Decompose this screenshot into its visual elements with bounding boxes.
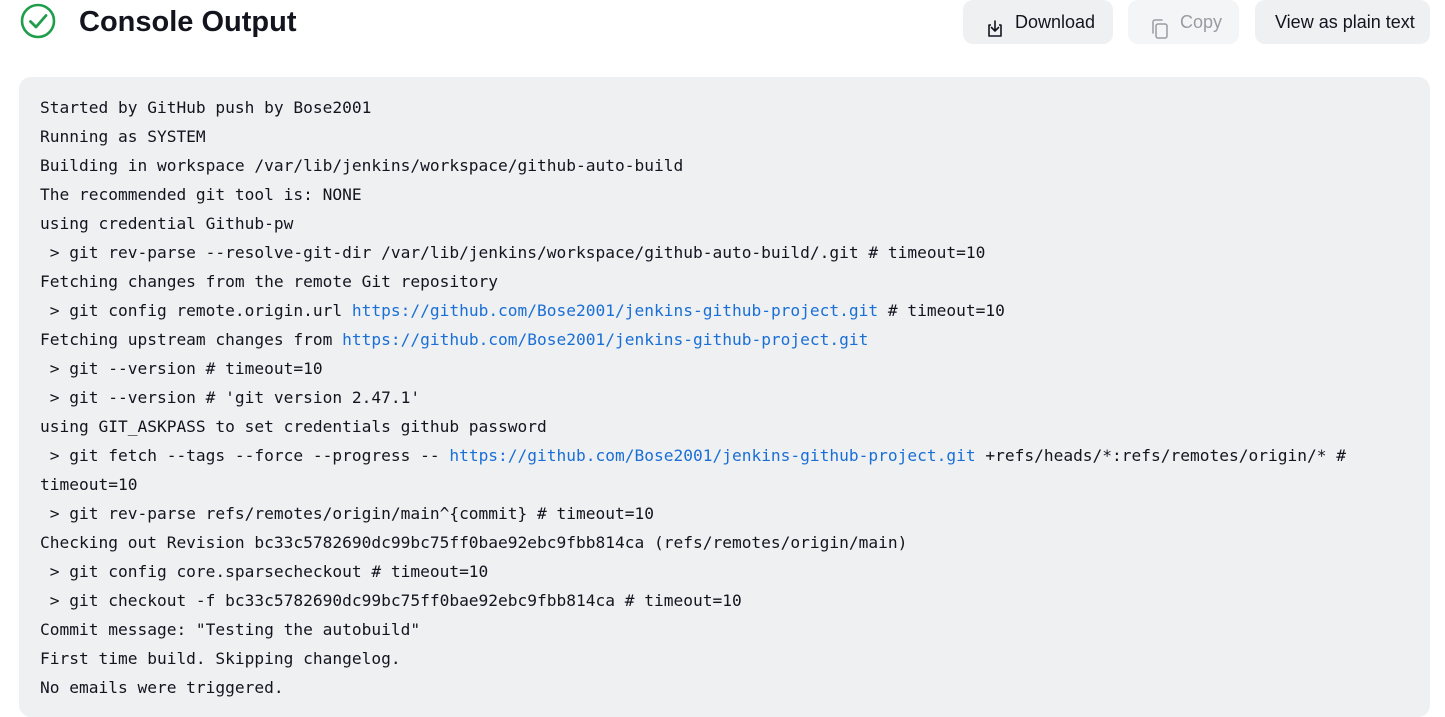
console-text: Fetching upstream changes from	[40, 330, 343, 349]
console-line: using credential Github-pw	[40, 209, 1410, 238]
console-text: The recommended git tool is: NONE	[40, 185, 362, 204]
download-button[interactable]: Download	[963, 0, 1113, 44]
console-text: using credential Github-pw	[40, 214, 294, 233]
console-text: timeout=10	[40, 475, 138, 494]
check-circle-icon	[20, 3, 56, 39]
page-header: Console Output Download Copy View as pla…	[0, 0, 1445, 60]
copy-icon	[1150, 11, 1170, 39]
console-line: No emails were triggered.	[40, 673, 1410, 702]
console-text: > git fetch --tags --force --progress --	[40, 446, 450, 465]
console-text: +refs/heads/*:refs/remotes/origin/* #	[975, 446, 1346, 465]
repo-link[interactable]: https://github.com/Bose2001/jenkins-gith…	[352, 301, 878, 320]
console-line: Running as SYSTEM	[40, 122, 1410, 151]
console-line: > git --version # timeout=10	[40, 354, 1410, 383]
console-line: Checking out Revision bc33c5782690dc99bc…	[40, 528, 1410, 557]
console-line: timeout=10	[40, 470, 1410, 499]
console-line: > git --version # 'git version 2.47.1'	[40, 383, 1410, 412]
console-text: Checking out Revision bc33c5782690dc99bc…	[40, 533, 908, 552]
download-icon	[985, 11, 1005, 37]
console-text: # timeout=10	[878, 301, 1005, 320]
console-text: Fetching changes from the remote Git rep…	[40, 272, 499, 291]
console-line: > git checkout -f bc33c5782690dc99bc75ff…	[40, 586, 1410, 615]
console-line: Building in workspace /var/lib/jenkins/w…	[40, 151, 1410, 180]
page-title: Console Output	[79, 6, 297, 38]
console-text: > git --version # 'git version 2.47.1'	[40, 388, 421, 407]
repo-link[interactable]: https://github.com/Bose2001/jenkins-gith…	[449, 446, 975, 465]
repo-link[interactable]: https://github.com/Bose2001/jenkins-gith…	[342, 330, 868, 349]
console-line: > git config core.sparsecheckout # timeo…	[40, 557, 1410, 586]
console-text: First time build. Skipping changelog.	[40, 649, 401, 668]
console-line: First time build. Skipping changelog.	[40, 644, 1410, 673]
console-text: No emails were triggered.	[40, 678, 284, 697]
console-line: Fetching changes from the remote Git rep…	[40, 267, 1410, 296]
copy-button[interactable]: Copy	[1128, 0, 1239, 44]
console-text: > git --version # timeout=10	[40, 359, 323, 378]
console-line: > git rev-parse --resolve-git-dir /var/l…	[40, 238, 1410, 267]
console-line: Started by GitHub push by Bose2001	[40, 93, 1410, 122]
console-text: > git config core.sparsecheckout # timeo…	[40, 562, 489, 581]
console-text: > git rev-parse refs/remotes/origin/main…	[40, 504, 654, 523]
view-plain-text-label: View as plain text	[1275, 12, 1415, 32]
download-label: Download	[1015, 12, 1096, 32]
console-text: Running as SYSTEM	[40, 127, 206, 146]
console-output: Started by GitHub push by Bose2001 Runnin…	[19, 77, 1430, 717]
console-line: > git config remote.origin.url https://g…	[40, 296, 1410, 325]
copy-label: Copy	[1180, 12, 1223, 32]
console-line: Fetching upstream changes from https://g…	[40, 325, 1410, 354]
console-line: Commit message: "Testing the autobuild"	[40, 615, 1410, 644]
console-text: using GIT_ASKPASS to set credentials git…	[40, 417, 547, 436]
console-text: > git config remote.origin.url	[40, 301, 352, 320]
console-text: > git rev-parse --resolve-git-dir /var/l…	[40, 243, 986, 262]
console-line: > git rev-parse refs/remotes/origin/main…	[40, 499, 1410, 528]
console-text: Building in workspace /var/lib/jenkins/w…	[40, 156, 684, 175]
console-text: > git checkout -f bc33c5782690dc99bc75ff…	[40, 591, 742, 610]
console-text: Commit message: "Testing the autobuild"	[40, 620, 421, 639]
console-text: Started by GitHub push by Bose2001	[40, 98, 372, 117]
console-line: using GIT_ASKPASS to set credentials git…	[40, 412, 1410, 441]
view-plain-text-button[interactable]: View as plain text	[1255, 0, 1430, 44]
console-line: > git fetch --tags --force --progress --…	[40, 441, 1410, 470]
console-line: The recommended git tool is: NONE	[40, 180, 1410, 209]
